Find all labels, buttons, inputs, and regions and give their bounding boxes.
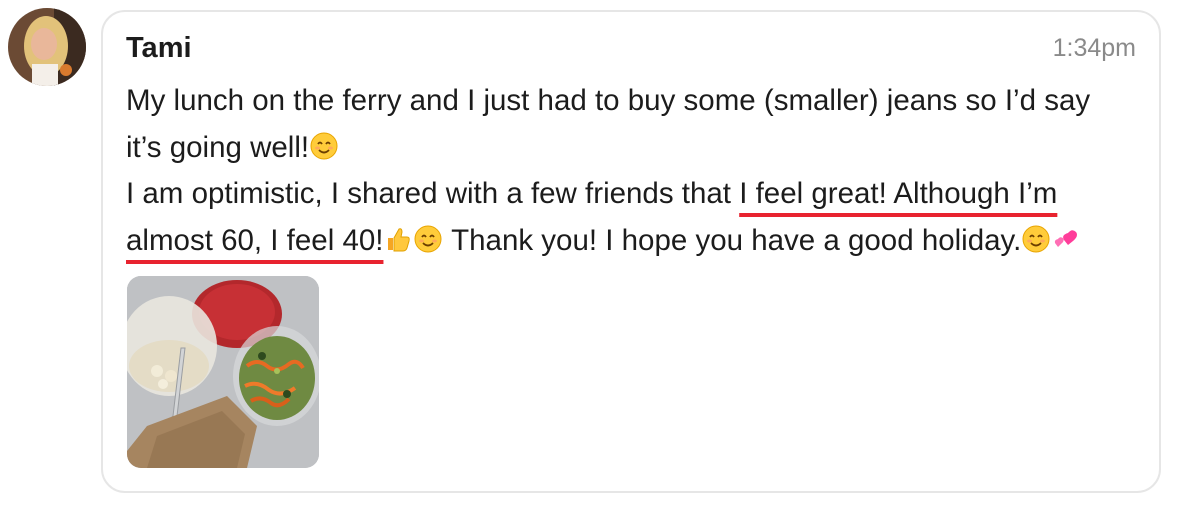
message-text-line-1: My lunch on the ferry and I just had to … (126, 84, 1091, 117)
smiling-face-emoji-icon (414, 225, 442, 252)
message-text-line-2: it’s going well! (126, 130, 310, 164)
avatar[interactable] (8, 8, 86, 86)
smiling-face-emoji-icon (1022, 225, 1050, 252)
message-timestamp: 1:34pm (1052, 34, 1136, 62)
smiling-face-emoji-icon (310, 132, 338, 159)
sender-name[interactable]: Tami (126, 30, 192, 66)
message-line-1: My lunch on the ferry and I just had to … (126, 78, 1146, 125)
message-text: My lunch on the ferry and I just had to … (126, 78, 1146, 264)
highlighted-text-part-1: I feel great! Although I’m (739, 177, 1058, 210)
attached-photo[interactable] (127, 276, 319, 468)
message-line-3: I am optimistic, I shared with a few fri… (126, 171, 1146, 218)
highlighted-text-part-2: almost 60, I feel 40! (126, 224, 443, 257)
message-line-2: it’s going well! (126, 125, 1146, 172)
message-text-line-3: I am optimistic, I shared with a few fri… (126, 177, 740, 210)
highlighted-text-line-4: almost 60, I feel 40! (126, 223, 384, 257)
two-hearts-emoji-icon (1055, 229, 1078, 247)
message-line-4: almost 60, I feel 40! Thank you! I hope … (126, 218, 1146, 265)
thumbs-up-emoji-icon (388, 227, 411, 251)
message-text-line-4: Thank you! I hope you have a good holida… (443, 223, 1022, 257)
